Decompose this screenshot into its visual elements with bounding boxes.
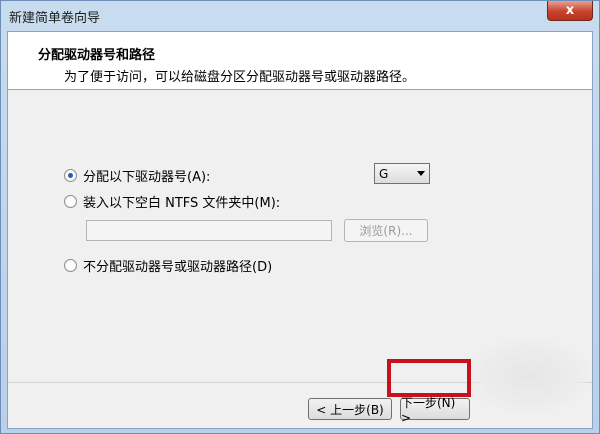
assign-letter-label: 分配以下驱动器号(A): <box>83 170 211 185</box>
page-title: 分配驱动器号和路径 <box>38 48 156 63</box>
wizard-window: 新建简单卷向导 x 分配驱动器号和路径 为了便于访问，可以给磁盘分区分配驱动器号… <box>0 0 600 434</box>
mount-folder-radio[interactable] <box>64 195 77 208</box>
page-subtitle: 为了便于访问，可以给磁盘分区分配驱动器号或驱动器路径。 <box>64 70 416 85</box>
title-bar: 新建简单卷向导 x <box>1 1 599 29</box>
mount-folder-label: 装入以下空白 NTFS 文件夹中(M): <box>83 196 281 211</box>
drive-letter-select[interactable]: G <box>374 163 430 184</box>
browse-button[interactable]: 浏览(R)... <box>344 219 428 242</box>
assign-letter-option[interactable]: 分配以下驱动器号(A): <box>64 166 210 185</box>
window-title: 新建简单卷向导 <box>9 11 101 26</box>
no-assign-label: 不分配驱动器号或驱动器路径(D) <box>83 260 273 275</box>
folder-path-input[interactable] <box>86 220 332 241</box>
mount-folder-option[interactable]: 装入以下空白 NTFS 文件夹中(M): <box>64 192 280 211</box>
assign-letter-radio[interactable] <box>64 169 77 182</box>
wizard-header: 分配驱动器号和路径 为了便于访问，可以给磁盘分区分配驱动器号或驱动器路径。 <box>8 32 592 90</box>
no-assign-option[interactable]: 不分配驱动器号或驱动器路径(D) <box>64 256 272 275</box>
back-button[interactable]: < 上一步(B) <box>308 398 392 420</box>
drive-letter-value: G <box>379 166 389 181</box>
chevron-down-icon <box>417 171 425 176</box>
blurred-region <box>471 341 587 411</box>
next-button-highlight <box>387 359 471 397</box>
close-icon: x <box>565 3 575 18</box>
no-assign-radio[interactable] <box>64 259 77 272</box>
close-button[interactable]: x <box>547 1 593 21</box>
next-button[interactable]: 下一步(N) > <box>400 396 470 425</box>
